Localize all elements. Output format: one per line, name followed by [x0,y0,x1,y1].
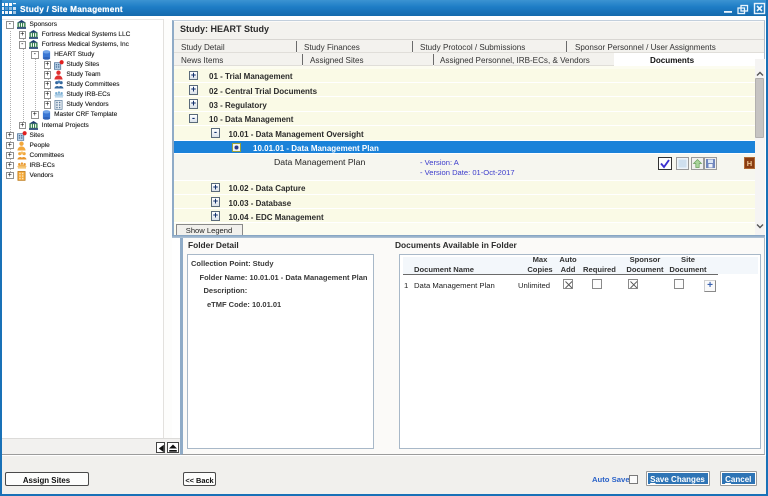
svg-text:H: H [747,159,752,168]
